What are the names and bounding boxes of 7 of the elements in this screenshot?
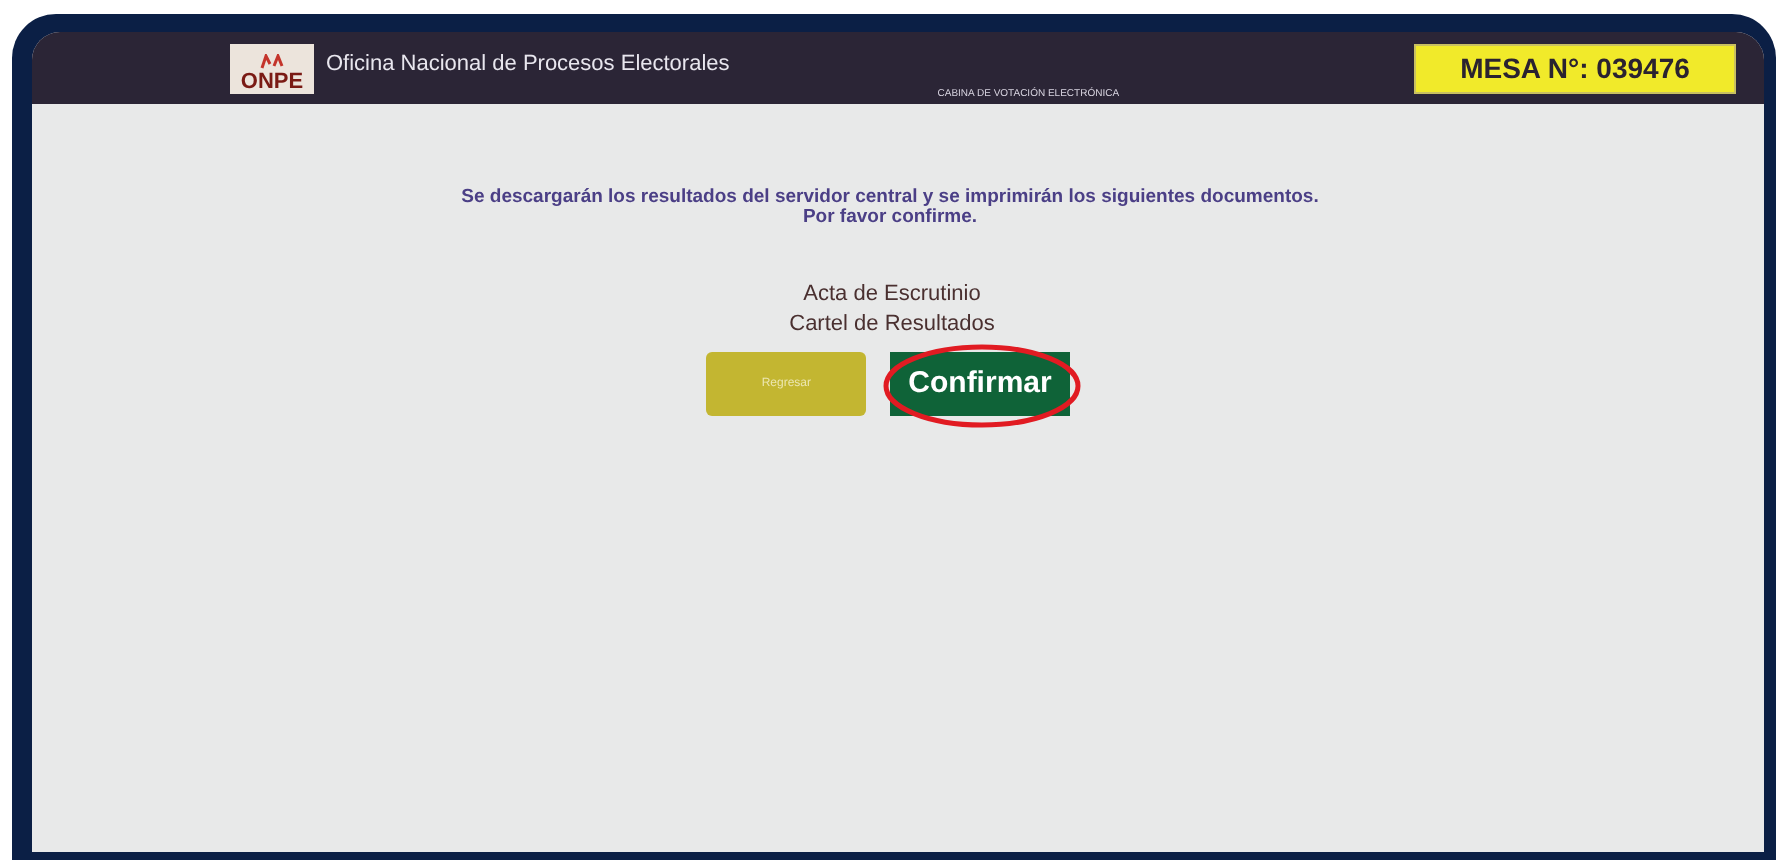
confirm-button[interactable]: Confirmar [890,352,1070,416]
confirmation-message: Se descargarán los resultados del servidor central y se imprimirán los siguientes documentos. Por favor confirme. [461,188,1319,228]
logo-text: ONPE [240,69,304,93]
document-name: Acta de Escrutinio [803,280,981,310]
table-number-badge: MESA N°: 039476 [1414,43,1736,93]
document-name: Cartel de Resultados [789,310,995,340]
organization-name: Oficina Nacional de Procesos Electorales [326,50,730,80]
